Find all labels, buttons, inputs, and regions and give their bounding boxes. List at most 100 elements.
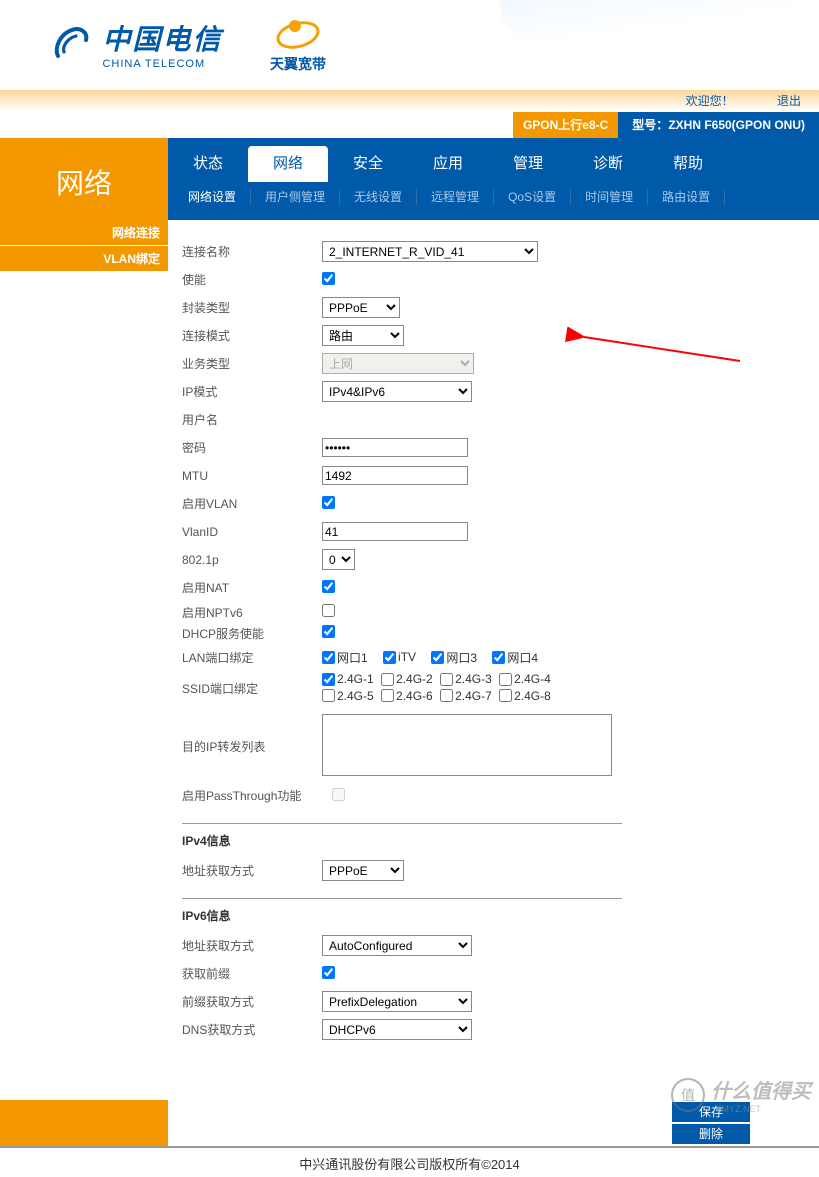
chk-ssid7[interactable] (440, 689, 453, 702)
tianyi-icon (273, 18, 323, 50)
chk-passthrough (332, 788, 345, 801)
tab-network[interactable]: 网络 (248, 146, 328, 182)
lbl-conn-mode: 连接模式 (182, 327, 322, 344)
lbl-8021p: 802.1p (182, 553, 322, 567)
chk-lan1[interactable] (322, 651, 335, 664)
logout-link[interactable]: 退出 (777, 94, 801, 108)
lbl-ipv4-addr: 地址获取方式 (182, 862, 322, 879)
chk-itv[interactable] (383, 651, 396, 664)
lbl-dst-fwd: 目的IP转发列表 (182, 738, 322, 755)
model-label: 型号：ZXHN F650(GPON ONU) (618, 112, 819, 138)
header-swoosh (488, 0, 819, 90)
watermark-sub: .SMYZ.NET (713, 1104, 811, 1114)
lbl-mtu: MTU (182, 469, 322, 483)
chk-dhcp-en[interactable] (322, 625, 335, 638)
chk-ssid2[interactable] (381, 673, 394, 686)
chk-lan4[interactable] (492, 651, 505, 664)
delete-button[interactable]: 删除 (672, 1124, 750, 1144)
subtab-route[interactable]: 路由设置 (648, 189, 725, 205)
sub-tabs: 网络设置 用户侧管理 无线设置 远程管理 QoS设置 时间管理 路由设置 (168, 182, 819, 212)
ipv6-title: IPv6信息 (182, 907, 805, 924)
tab-help[interactable]: 帮助 (648, 146, 728, 182)
chk-nat[interactable] (322, 580, 335, 593)
lbl-dns-mode: DNS获取方式 (182, 1021, 322, 1038)
form-content: 连接名称 2_INTERNET_R_VID_41 使能 封装类型 PPPoE 连… (168, 220, 819, 1100)
sel-biz: 上网 (322, 353, 474, 374)
inp-mtu[interactable] (322, 466, 468, 485)
lbl-user: 用户名 (182, 411, 322, 428)
subtab-remote[interactable]: 远程管理 (417, 189, 494, 205)
lbl-conn-name: 连接名称 (182, 243, 322, 260)
chk-ssid4[interactable] (499, 673, 512, 686)
subtab-time[interactable]: 时间管理 (571, 189, 648, 205)
chk-ssid8[interactable] (499, 689, 512, 702)
sel-dns-mode[interactable]: DHCPv6 (322, 1019, 472, 1040)
welcome-text: 欢迎您！ (686, 94, 734, 108)
tab-diagnose[interactable]: 诊断 (568, 146, 648, 182)
lbl-ipmode: IP模式 (182, 383, 322, 400)
subtab-user-side[interactable]: 用户侧管理 (251, 189, 340, 205)
chk-prefix-en[interactable] (322, 966, 335, 979)
sel-encap[interactable]: PPPoE (322, 297, 400, 318)
chk-enable[interactable] (322, 272, 335, 285)
ct-logo-icon (50, 20, 94, 69)
watermark: 值 什么值得买 .SMYZ.NET (671, 1075, 811, 1114)
chk-ssid5[interactable] (322, 689, 335, 702)
header-banner: 中国电信 CHINA TELECOM 天翼宽带 (0, 0, 819, 90)
chk-ssid3[interactable] (440, 673, 453, 686)
subtab-qos[interactable]: QoS设置 (494, 189, 571, 205)
sel-prefix-mode[interactable]: PrefixDelegation (322, 991, 472, 1012)
sel-ipv4-addr[interactable]: PPPoE (322, 860, 404, 881)
lbl-enable: 使能 (182, 271, 322, 288)
gpon-label: GPON上行e8-C (513, 112, 618, 138)
subtab-wireless[interactable]: 无线设置 (340, 189, 417, 205)
side-vlan-bind[interactable]: VLAN绑定 (0, 246, 168, 272)
sel-ipv6-addr[interactable]: AutoConfigured (322, 935, 472, 956)
sel-conn-mode[interactable]: 路由 (322, 325, 404, 346)
lbl-nptv6: 启用NPTv6 (182, 604, 322, 621)
lbl-prefix-en: 获取前缀 (182, 965, 322, 982)
lbl-dhcp-en: DHCP服务使能 (182, 625, 322, 642)
logo-china-telecom: 中国电信 CHINA TELECOM (50, 18, 222, 70)
tab-security[interactable]: 安全 (328, 146, 408, 182)
lbl-vlan-en: 启用VLAN (182, 495, 322, 512)
sel-8021p[interactable]: 0 (322, 549, 355, 570)
inp-user[interactable] (322, 410, 468, 429)
lbl-prefix-mode: 前缀获取方式 (182, 993, 322, 1010)
ipv4-title: IPv4信息 (182, 832, 805, 849)
lbl-pwd: 密码 (182, 439, 322, 456)
side-network-conn[interactable]: 网络连接 (0, 220, 168, 246)
category-title: 网络 (0, 138, 168, 220)
tab-manage[interactable]: 管理 (488, 146, 568, 182)
ta-dst-fwd[interactable] (322, 714, 612, 776)
tab-status[interactable]: 状态 (168, 146, 248, 182)
lbl-ssid-bind: SSID端口绑定 (182, 672, 322, 697)
watermark-text: 什么值得买 (711, 1081, 811, 1103)
lbl-encap: 封装类型 (182, 299, 322, 316)
sidebar: 网络连接 VLAN绑定 (0, 220, 168, 1100)
subtab-network-settings[interactable]: 网络设置 (174, 189, 251, 205)
main-tabs: 状态 网络 安全 应用 管理 诊断 帮助 (168, 138, 819, 182)
tianyi-text: 天翼宽带 (270, 54, 326, 74)
footer-accent (0, 1100, 168, 1146)
chk-ssid6[interactable] (381, 689, 394, 702)
tab-app[interactable]: 应用 (408, 146, 488, 182)
copyright: 中兴通讯股份有限公司版权所有©2014 (0, 1146, 819, 1177)
welcome-bar: 欢迎您！ 退出 (0, 90, 819, 112)
chk-nptv6[interactable] (322, 604, 335, 617)
separator (182, 823, 622, 824)
lbl-passthrough: 启用PassThrough功能 (182, 787, 332, 804)
separator2 (182, 898, 622, 899)
watermark-badge-icon: 值 (671, 1078, 705, 1112)
model-bar: GPON上行e8-C型号：ZXHN F650(GPON ONU) (0, 112, 819, 138)
lbl-vlanid: VlanID (182, 525, 322, 539)
inp-pwd[interactable] (322, 438, 468, 457)
sel-ipmode[interactable]: IPv4&IPv6 (322, 381, 472, 402)
lbl-biz: 业务类型 (182, 355, 322, 372)
chk-vlan-en[interactable] (322, 496, 335, 509)
ct-logo-zh: 中国电信 (102, 18, 222, 58)
inp-vlanid[interactable] (322, 522, 468, 541)
chk-lan3[interactable] (431, 651, 444, 664)
chk-ssid1[interactable] (322, 673, 335, 686)
sel-conn-name[interactable]: 2_INTERNET_R_VID_41 (322, 241, 538, 262)
